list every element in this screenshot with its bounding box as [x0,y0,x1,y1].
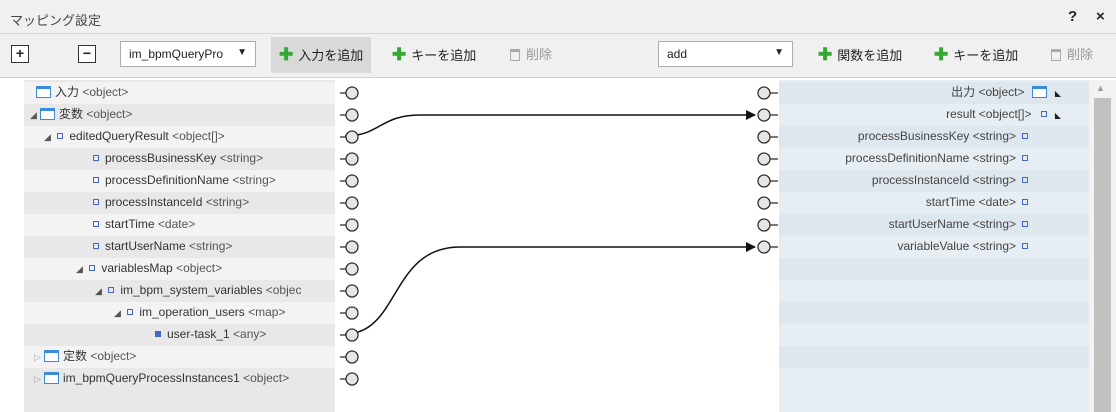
close-icon[interactable]: × [1096,8,1105,25]
tree-item[interactable]: ◢ 変数 <object> [30,104,132,124]
chevron-down-icon: ▼ [774,47,784,58]
field-icon [1022,133,1028,139]
tree-expanded-icon[interactable]: ◢ [114,303,124,323]
field-icon [1022,177,1028,183]
tree-item[interactable]: ◢ im_bpm_system_variables <objec [95,280,301,300]
tree-item[interactable]: ◢ editedQueryResult <object[]> [44,126,225,146]
tree-item[interactable]: processBusinessKey <string> [93,148,263,168]
target-row-stripe [779,302,1089,324]
tree-expanded-icon[interactable]: ◢ [95,281,105,301]
expand-all-button[interactable]: + [11,45,29,63]
field-icon [108,287,115,293]
field-icon [93,199,99,205]
delete-button-right[interactable]: 削除 [1043,37,1101,73]
field-icon [1040,111,1047,117]
target-row-stripe [779,258,1089,280]
source-select-value: im_bpmQueryPro [129,47,224,61]
toolbar: + − im_bpmQueryPro ▼ ✚ 入力を追加 ✚ キーを追加 削除 ad… [0,34,1116,78]
function-select-value: add [667,47,688,61]
field-icon [93,243,99,249]
window-titlebar: マッピング設定 ? × [0,0,1116,34]
corner-icon: ◣ [1054,89,1061,98]
add-function-button[interactable]: ✚ 関数を追加 [810,37,910,73]
field-icon [57,133,64,139]
field-icon [1022,199,1028,205]
mapping-canvas [335,80,779,412]
delete-button-left[interactable]: 削除 [502,37,560,73]
tree-item[interactable]: startUserName <string> [889,214,1028,234]
delete-label-right: 削除 [1067,47,1094,62]
trash-icon [1051,49,1061,61]
field-icon [93,177,99,183]
tree-item[interactable]: ▷ 定数 <object> [34,346,136,366]
tree-item[interactable]: result <object[]> ◣ [946,104,1061,124]
field-icon [1022,155,1028,161]
add-key-label-right: キーを追加 [953,48,1019,63]
scroll-up-icon[interactable]: ▲ [1096,83,1105,93]
corner-icon: ◣ [1054,111,1061,120]
help-icon[interactable]: ? [1068,8,1077,25]
target-row-stripe [779,346,1089,368]
plus-icon: ✚ [279,45,294,64]
tree-item[interactable]: 出力 <object> ◣ [951,82,1061,102]
delete-label-left: 削除 [526,47,553,62]
tree-item[interactable]: ◢ im_operation_users <map> [114,302,285,322]
tree-item[interactable]: processDefinitionName <string> [845,148,1028,168]
tree-item[interactable]: processInstanceId <string> [872,170,1028,190]
value-icon [155,331,161,337]
tree-item[interactable]: processBusinessKey <string> [858,126,1028,146]
tree-collapsed-icon[interactable]: ▷ [34,347,44,367]
tree-collapsed-icon[interactable]: ▷ [34,369,44,389]
tree-expanded-icon[interactable]: ◢ [30,105,40,125]
tree-item[interactable]: ◢ variablesMap <object> [76,258,222,278]
add-input-button[interactable]: ✚ 入力を追加 [271,37,372,73]
tree-item[interactable]: 入力 <object> [36,82,128,102]
object-icon [40,108,55,120]
object-icon [44,372,59,384]
tree-item[interactable]: variableValue <string> [897,236,1028,256]
add-key-button-left[interactable]: ✚ キーを追加 [384,37,484,73]
plus-icon: ✚ [392,45,407,64]
function-select[interactable]: add ▼ [658,41,793,67]
collapse-all-button[interactable]: − [78,45,96,63]
tree-item[interactable]: user-task_1 <any> [155,324,266,344]
field-icon [1022,243,1028,249]
add-key-button-right[interactable]: ✚ キーを追加 [926,37,1026,73]
object-icon [1031,86,1047,98]
tree-expanded-icon[interactable]: ◢ [44,127,54,147]
object-icon [36,86,51,98]
field-icon [127,309,134,315]
object-icon [44,350,59,362]
field-icon [1022,221,1028,227]
window-title: マッピング設定 [10,13,102,28]
source-select[interactable]: im_bpmQueryPro ▼ [120,41,256,67]
tree-expanded-icon[interactable]: ◢ [76,259,86,279]
tree-item[interactable]: startUserName <string> [93,236,232,256]
scrollbar-thumb[interactable] [1094,98,1111,412]
field-icon [93,221,99,227]
add-key-label-left: キーを追加 [411,48,477,63]
tree-item[interactable]: processDefinitionName <string> [93,170,276,190]
chevron-down-icon: ▼ [237,47,247,58]
tree-item[interactable]: processInstanceId <string> [93,192,249,212]
trash-icon [510,49,520,61]
field-icon [89,265,96,271]
field-icon [93,155,99,161]
plus-icon: ✚ [934,45,949,64]
tree-item[interactable]: startTime <date> [93,214,195,234]
tree-item[interactable]: ▷ im_bpmQueryProcessInstances1 <object> [34,368,289,388]
tree-item[interactable]: startTime <date> [926,192,1028,212]
add-input-label: 入力を追加 [298,48,364,63]
add-function-label: 関数を追加 [837,48,903,63]
plus-icon: ✚ [818,45,833,64]
